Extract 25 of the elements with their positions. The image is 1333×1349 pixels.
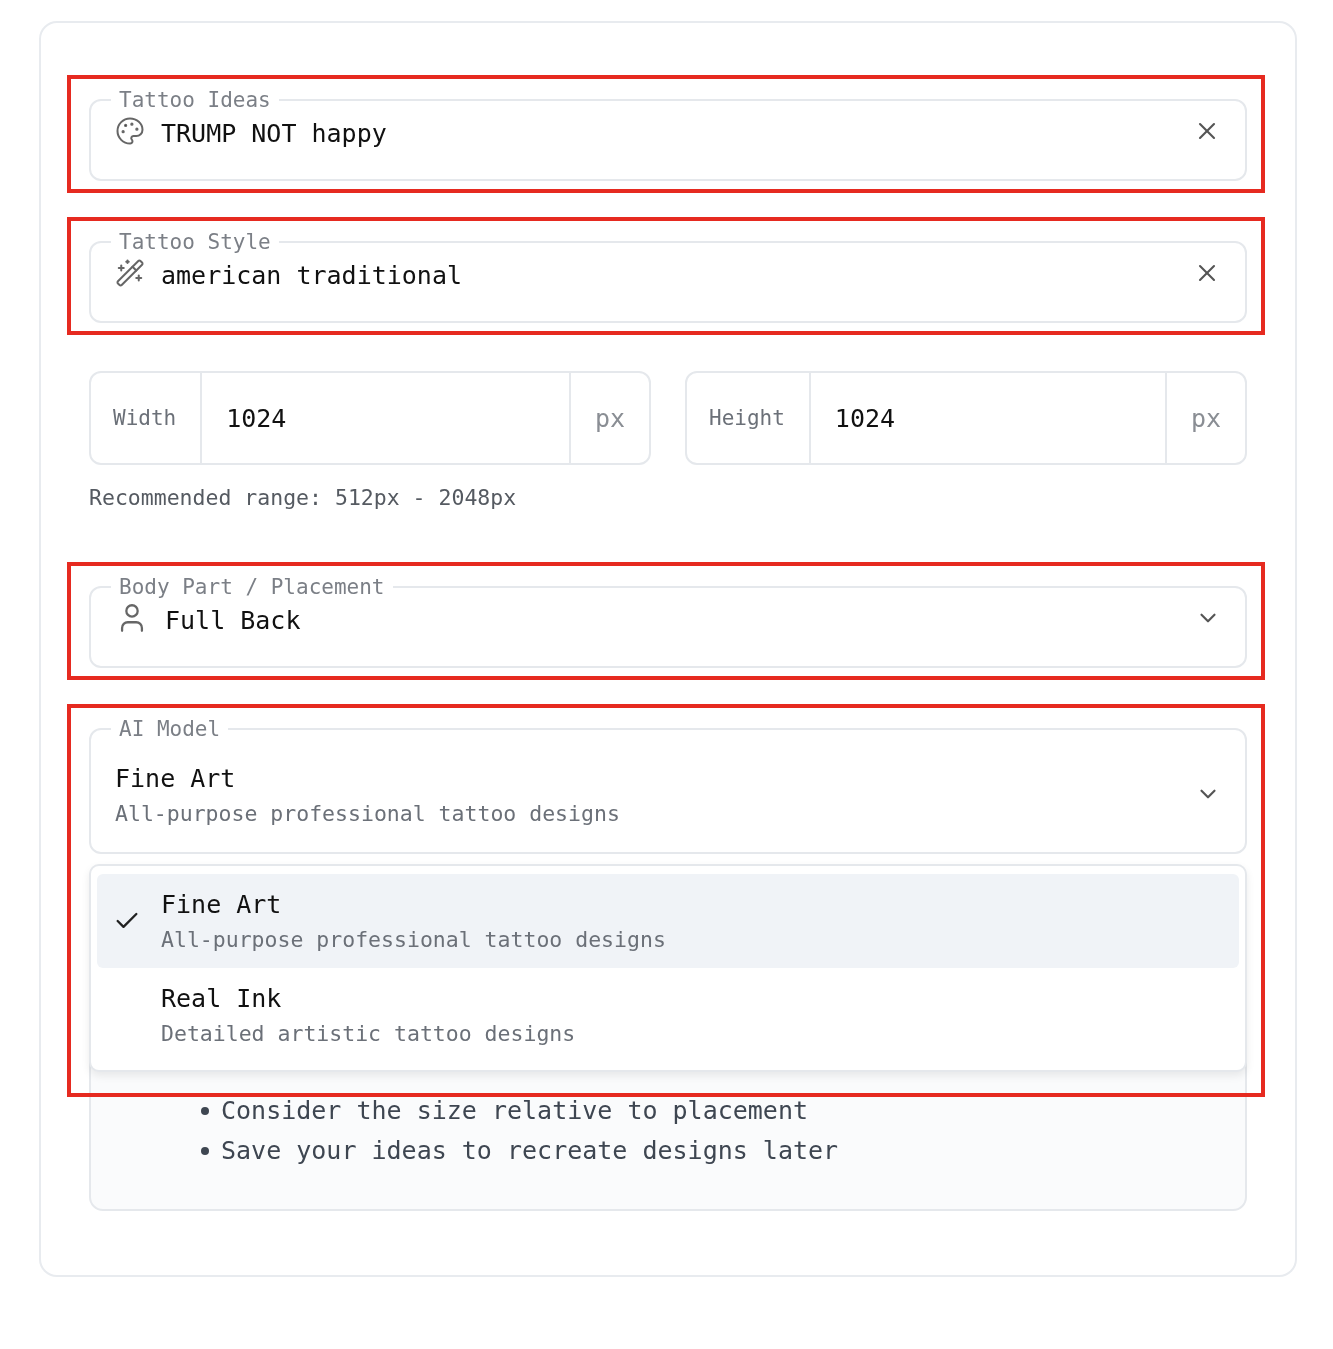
unit-label: px (1164, 373, 1245, 463)
option-title: Fine Art (161, 890, 283, 919)
range-hint: Recommended range: 512px - 2048px (89, 485, 518, 510)
tip-text: Save your ideas to recreate designs later (221, 1137, 839, 1165)
bullet-icon (201, 1147, 209, 1155)
option-title: Real Ink (161, 984, 283, 1013)
field-value: american traditional (161, 260, 464, 290)
field-label: AI Model (118, 716, 222, 742)
field-label: Body Part / Placement (118, 574, 386, 600)
field-value: TRUMP NOT happy (161, 118, 388, 148)
field-value: Fine Art (115, 764, 237, 793)
field-label: Tattoo Ideas (118, 87, 272, 113)
palette-icon (115, 115, 145, 146)
menu-option[interactable]: Fine Art All-purpose professional tattoo designs (97, 874, 1239, 968)
field-label: Tattoo Style (118, 229, 272, 255)
bullet-icon (201, 1107, 209, 1115)
magic-wand-icon (115, 257, 145, 288)
field-value: Full Back (165, 605, 302, 635)
size-field[interactable]: Width 1024 px (89, 371, 651, 465)
model-description: All-purpose professional tattoo designs (115, 801, 621, 826)
option-description: Detailed artistic tattoo designs (161, 1021, 577, 1046)
option-description: All-purpose professional tattoo designs (161, 927, 667, 952)
tip-text: Consider the size relative to placement (221, 1097, 808, 1125)
unit-label: px (568, 373, 649, 463)
size-field[interactable]: Height 1024 px (685, 371, 1247, 465)
